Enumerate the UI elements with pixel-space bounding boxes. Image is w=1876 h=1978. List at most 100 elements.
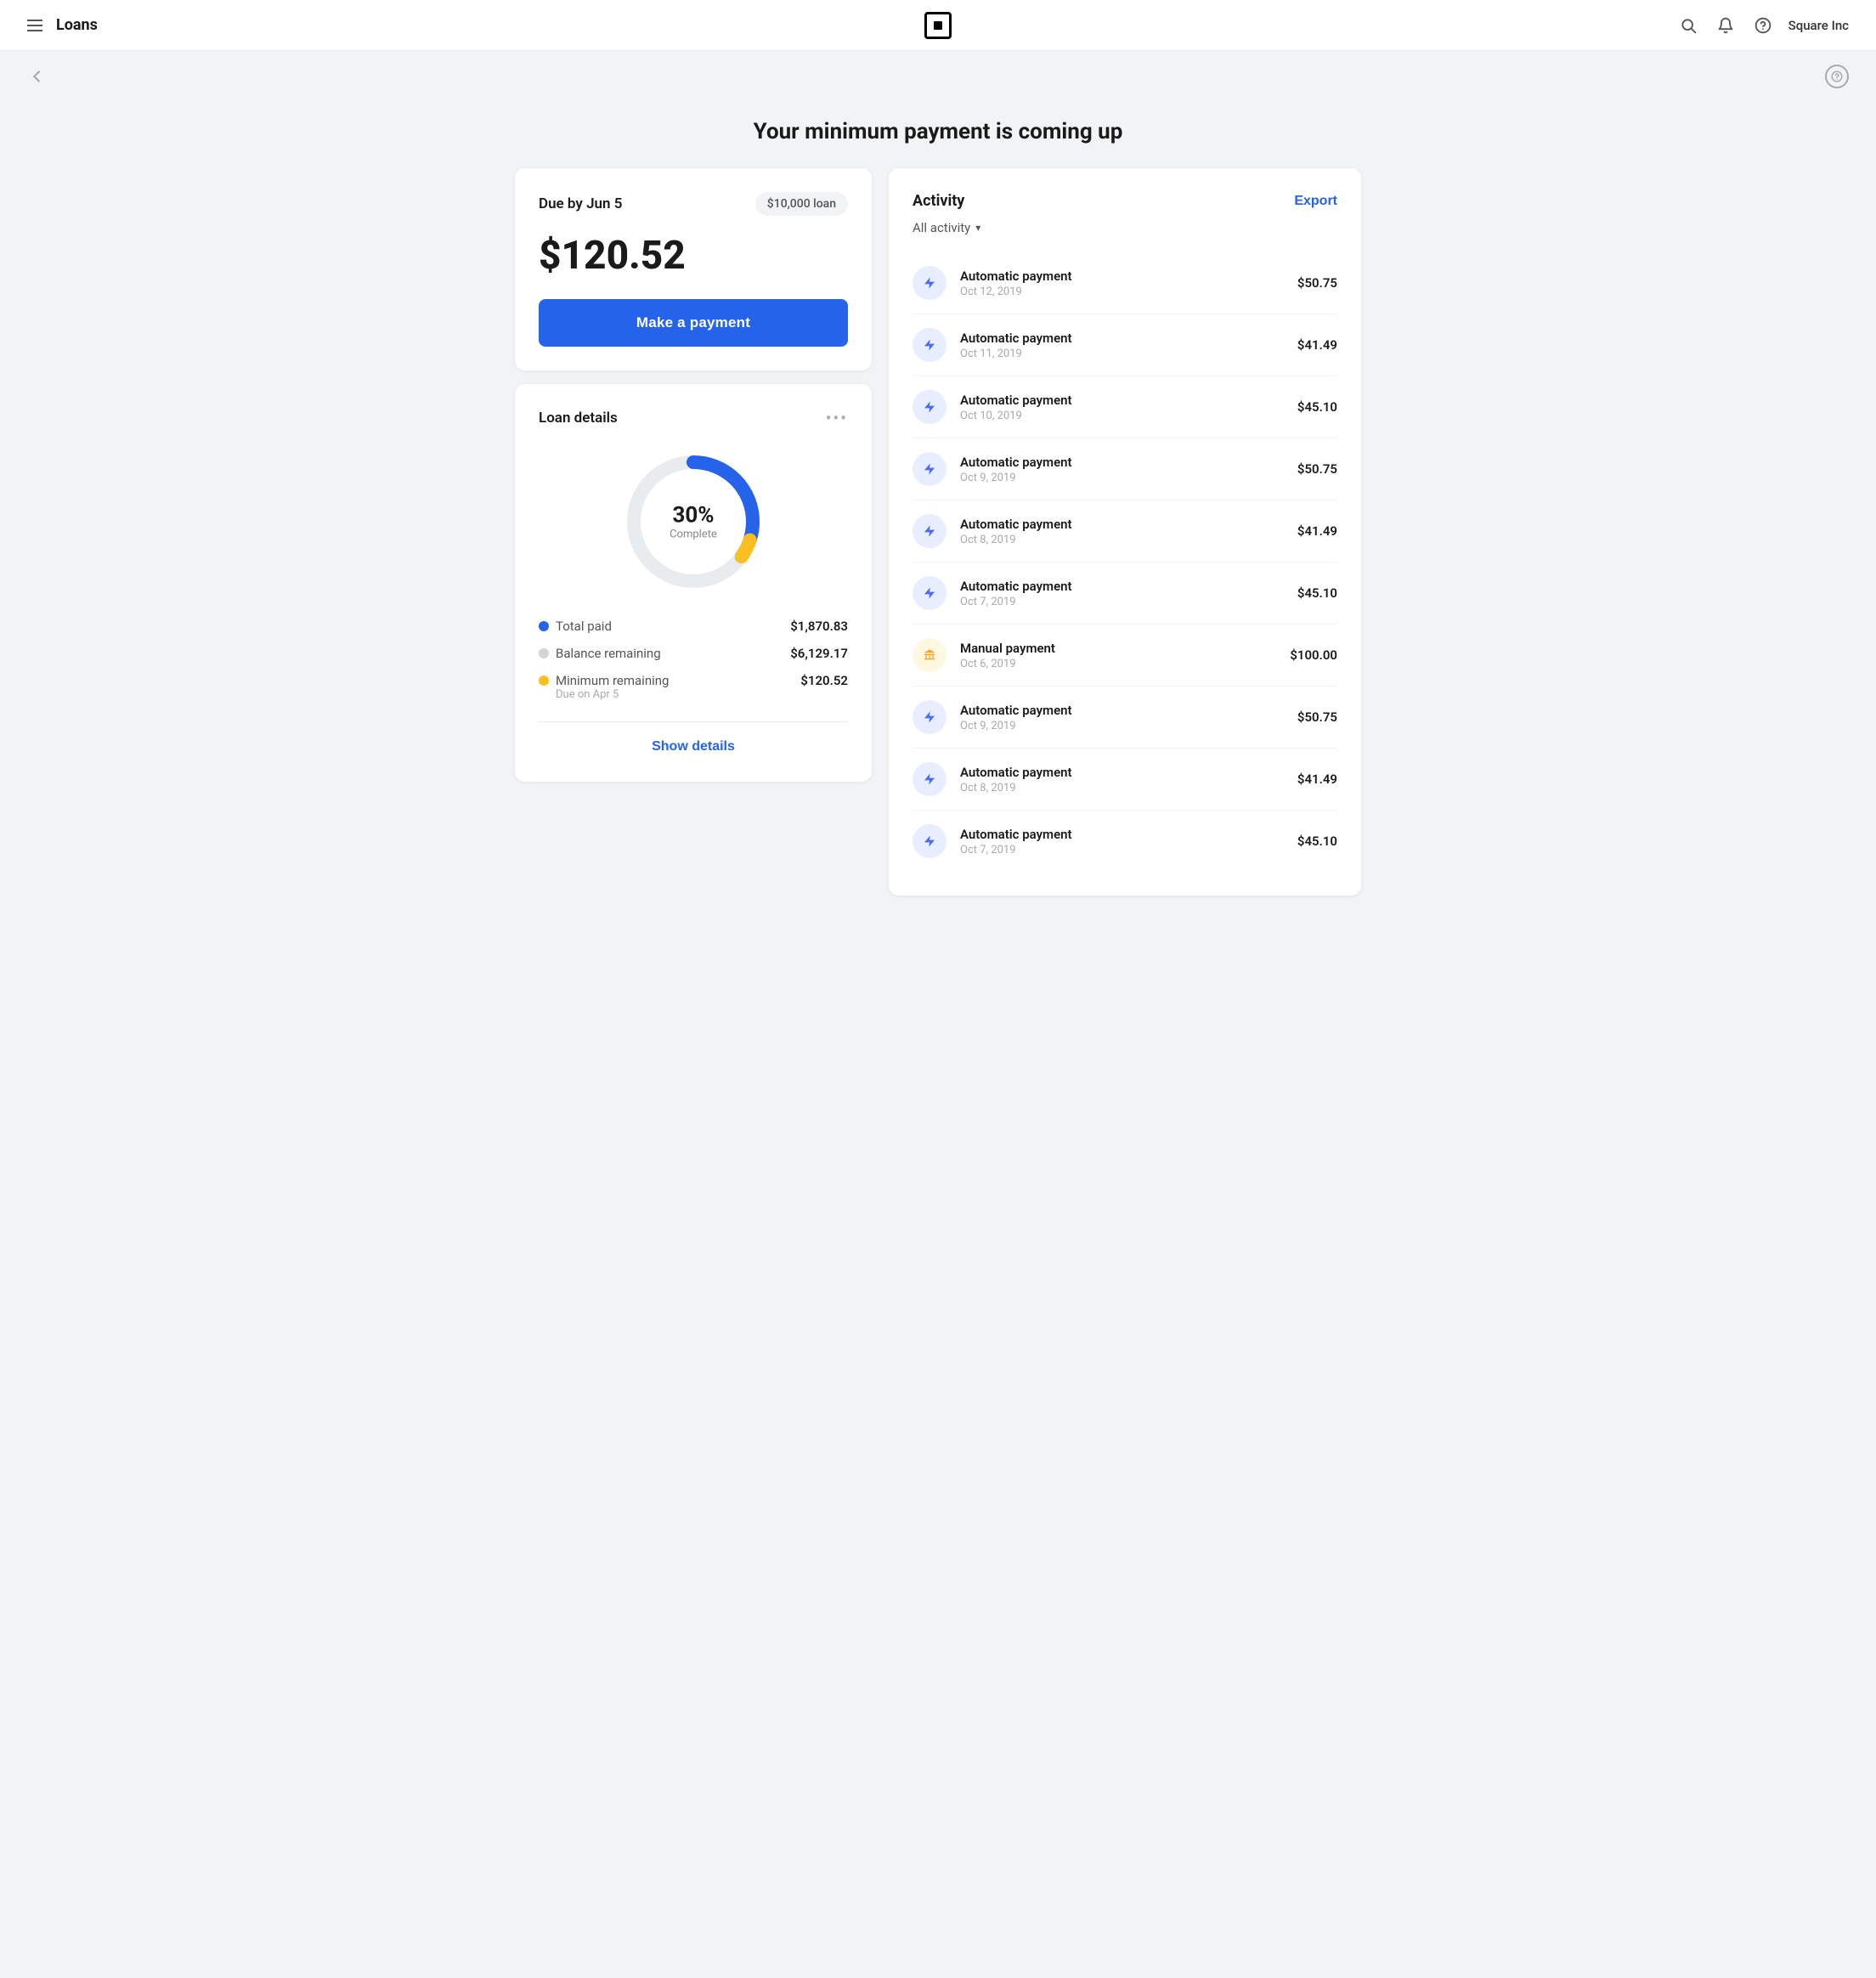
user-label: Square Inc [1788,18,1849,33]
activity-info: Automatic payment Oct 7, 2019 [960,579,1072,608]
activity-name: Automatic payment [960,827,1072,842]
activity-name: Manual payment [960,641,1055,656]
activity-list: Automatic payment Oct 12, 2019 $50.75 Au… [913,252,1337,872]
activity-date: Oct 8, 2019 [960,782,1072,794]
donut-percent: 30% [670,503,717,528]
legend-label-total-paid: Total paid [556,619,612,634]
activity-info: Automatic payment Oct 10, 2019 [960,393,1072,422]
activity-info: Automatic payment Oct 7, 2019 [960,827,1072,856]
show-details-button[interactable]: Show details [539,736,848,758]
activity-header: Activity Export [913,192,1337,210]
activity-name: Automatic payment [960,268,1072,284]
activity-date: Oct 11, 2019 [960,348,1072,360]
activity-left: Automatic payment Oct 7, 2019 [913,824,1072,858]
chevron-down-icon: ▾ [975,222,980,234]
activity-amount: $41.49 [1297,771,1337,787]
help-button[interactable] [1825,65,1849,88]
activity-amount: $50.75 [1297,275,1337,291]
more-options-icon[interactable]: ••• [826,408,848,428]
activity-date: Oct 7, 2019 [960,596,1072,608]
activity-date: Oct 8, 2019 [960,534,1072,546]
activity-amount: $41.49 [1297,523,1337,539]
activity-item: Automatic payment Oct 7, 2019 $45.10 [913,562,1337,624]
legend-left-minimum: Minimum remaining Due on Apr 5 [539,673,669,701]
page-title-section: Your minimum payment is coming up [0,102,1876,168]
activity-info: Automatic payment Oct 8, 2019 [960,765,1072,794]
help-circle-icon[interactable] [1751,14,1775,37]
activity-item: Automatic payment Oct 9, 2019 $50.75 [913,438,1337,500]
legend-row-balance: Balance remaining $6,129.17 [539,646,848,661]
activity-left: Automatic payment Oct 10, 2019 [913,390,1072,424]
left-column: Due by Jun 5 $10,000 loan $120.52 Make a… [515,168,872,896]
legend-left-total-paid: Total paid [539,619,612,634]
activity-left: Automatic payment Oct 9, 2019 [913,452,1072,486]
search-icon[interactable] [1676,14,1700,37]
activity-left: Automatic payment Oct 8, 2019 [913,762,1072,796]
activity-date: Oct 10, 2019 [960,410,1072,422]
loan-details-header: Loan details ••• [539,408,848,428]
legend-row-minimum: Minimum remaining Due on Apr 5 $120.52 [539,673,848,701]
activity-left: Automatic payment Oct 11, 2019 [913,328,1072,362]
bank-icon [913,638,946,672]
activity-name: Automatic payment [960,331,1072,346]
bolt-icon [913,514,946,548]
activity-left: Automatic payment Oct 8, 2019 [913,514,1072,548]
make-payment-button[interactable]: Make a payment [539,299,848,347]
sub-header [0,51,1876,102]
activity-left: Automatic payment Oct 9, 2019 [913,700,1072,734]
back-button[interactable] [27,67,46,86]
filter-row[interactable]: All activity ▾ [913,220,1337,235]
activity-item: Automatic payment Oct 8, 2019 $41.49 [913,749,1337,811]
legend-value-balance: $6,129.17 [790,646,848,661]
activity-date: Oct 7, 2019 [960,844,1072,856]
activity-name: Automatic payment [960,517,1072,532]
legend-label-minimum: Minimum remaining [556,673,669,688]
bolt-icon [913,824,946,858]
activity-item: Automatic payment Oct 11, 2019 $41.49 [913,314,1337,376]
loan-details-card: Loan details ••• [515,384,872,782]
app-title: Loans [56,16,98,34]
legend-dot-minimum [539,675,549,686]
divider [539,721,848,722]
activity-amount: $50.75 [1297,709,1337,725]
due-label: Due by Jun 5 [539,195,622,212]
legend-value-minimum: $120.52 [800,673,848,688]
activity-title: Activity [913,192,964,210]
notifications-icon[interactable] [1714,14,1738,37]
legend-dot-total-paid [539,621,549,631]
activity-name: Automatic payment [960,393,1072,408]
right-column: Activity Export All activity ▾ Automatic… [889,168,1361,896]
legend: Total paid $1,870.83 Balance remaining $… [539,619,848,701]
export-button[interactable]: Export [1294,194,1337,209]
activity-date: Oct 9, 2019 [960,472,1072,484]
bolt-icon [913,762,946,796]
header-right: Square Inc [1676,14,1849,37]
page-title: Your minimum payment is coming up [27,119,1849,144]
activity-item: Automatic payment Oct 10, 2019 $45.10 [913,376,1337,438]
activity-amount: $100.00 [1290,647,1337,663]
legend-dot-balance [539,648,549,658]
donut-chart-container: 30% Complete [539,445,848,598]
payment-amount: $120.52 [539,233,848,279]
activity-amount: $41.49 [1297,337,1337,353]
legend-row-total-paid: Total paid $1,870.83 [539,619,848,634]
activity-item: Automatic payment Oct 7, 2019 $45.10 [913,811,1337,872]
activity-name: Automatic payment [960,455,1072,470]
activity-info: Automatic payment Oct 9, 2019 [960,455,1072,484]
bolt-icon [913,576,946,610]
donut-label: 30% Complete [670,503,717,541]
menu-icon[interactable] [27,20,42,31]
legend-sublabel-minimum: Due on Apr 5 [556,688,669,701]
activity-info: Manual payment Oct 6, 2019 [960,641,1055,670]
activity-amount: $45.10 [1297,399,1337,415]
legend-text-minimum: Minimum remaining Due on Apr 5 [556,673,669,701]
legend-left-balance: Balance remaining [539,646,661,661]
app-header: Loans Square Inc [0,0,1876,51]
activity-info: Automatic payment Oct 12, 2019 [960,268,1072,298]
activity-amount: $50.75 [1297,461,1337,477]
header-left: Loans [27,16,98,34]
activity-card: Activity Export All activity ▾ Automatic… [889,168,1361,896]
legend-value-total-paid: $1,870.83 [790,619,848,634]
activity-name: Automatic payment [960,579,1072,594]
activity-left: Automatic payment Oct 12, 2019 [913,266,1072,300]
